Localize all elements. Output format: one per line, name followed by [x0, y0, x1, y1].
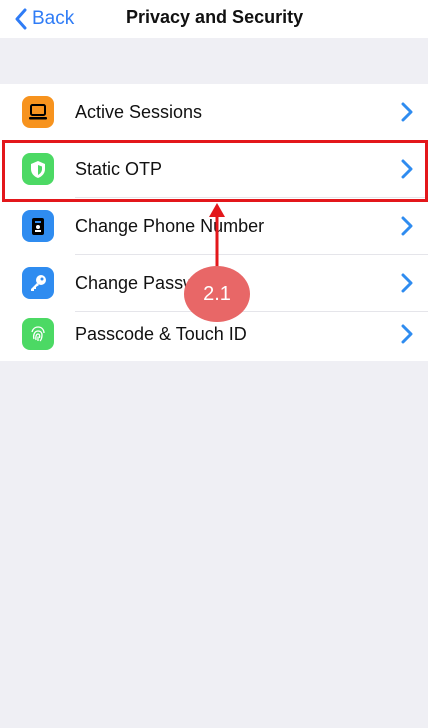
laptop-icon — [22, 96, 54, 128]
chevron-right-icon — [401, 324, 413, 344]
chevron-left-icon — [15, 8, 27, 30]
list-item-label: Change Passw — [75, 272, 197, 293]
phone-badge-icon — [22, 210, 54, 242]
page-title: Privacy and Security — [126, 7, 304, 27]
list-item-label: Change Phone Number — [75, 215, 265, 236]
back-button[interactable]: Back — [14, 6, 74, 32]
chevron-right-icon — [401, 273, 413, 293]
chevron-right-icon — [401, 102, 413, 122]
highlight-box — [2, 140, 428, 202]
list-item-active-sessions[interactable]: Active Sessions — [0, 84, 428, 140]
list-item-label: Active Sessions — [75, 101, 203, 122]
step-badge: 2.1 — [184, 266, 250, 322]
list-item-label: Passcode & Touch ID — [75, 323, 247, 344]
navigation-bar: Back Privacy and Security — [0, 0, 428, 38]
fingerprint-icon — [22, 318, 54, 350]
key-icon — [22, 267, 54, 299]
back-label: Back — [32, 8, 75, 29]
chevron-right-icon — [401, 216, 413, 236]
